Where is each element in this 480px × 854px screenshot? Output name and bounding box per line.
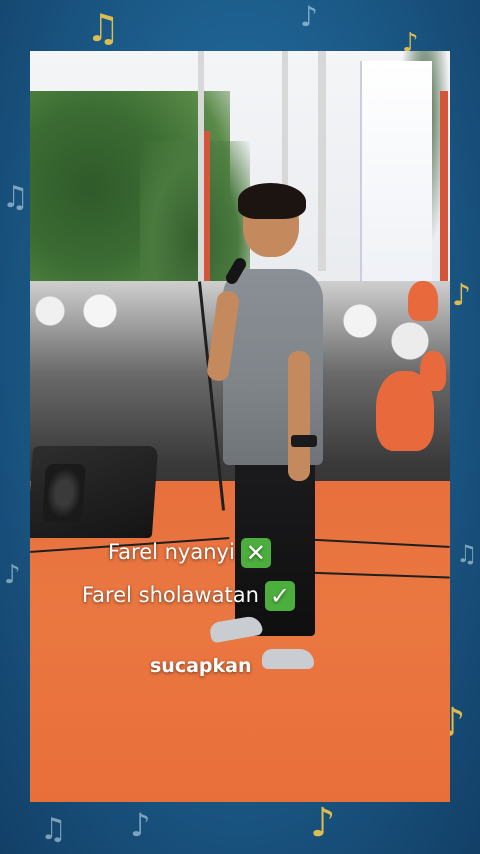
concert-photo (30, 51, 450, 802)
event-banner (360, 61, 432, 291)
crowd-person (420, 351, 446, 391)
flag-pole (318, 51, 326, 271)
flag-pole (282, 51, 288, 191)
cross-mark-icon: ✕ (240, 538, 271, 568)
music-note-icon: ♪ (310, 800, 336, 846)
video-frame: { "overlay": { "caption_line_1": "Farel … (0, 0, 480, 854)
boy-shoe (262, 649, 314, 669)
crowd-person (408, 281, 438, 321)
stage-speaker (30, 446, 159, 538)
music-note-icon: ♪ (452, 278, 472, 313)
boy-arm (288, 351, 310, 481)
wrist-watch (291, 435, 317, 447)
boy-hair (238, 183, 306, 219)
caption-line-2-text: Farel sholawatan (82, 583, 259, 607)
music-note-icon: ♫ (2, 180, 29, 215)
caption-line-1: Farel nyanyi ✕ (108, 538, 271, 568)
music-note-icon: ♪ (300, 0, 318, 33)
music-note-icon: ♫ (456, 540, 478, 568)
music-note-icon: ♫ (86, 6, 121, 50)
caption-line-2: Farel sholawatan ✓ (82, 581, 295, 611)
flag (440, 91, 448, 281)
watermark: sucapkan (150, 655, 252, 677)
music-note-icon: ♪ (130, 806, 151, 844)
flag (204, 131, 210, 281)
music-note-icon: ♫ (40, 812, 67, 847)
check-mark-icon: ✓ (264, 581, 295, 611)
caption-line-1-text: Farel nyanyi (108, 540, 235, 564)
music-note-icon: ♪ (4, 560, 21, 590)
